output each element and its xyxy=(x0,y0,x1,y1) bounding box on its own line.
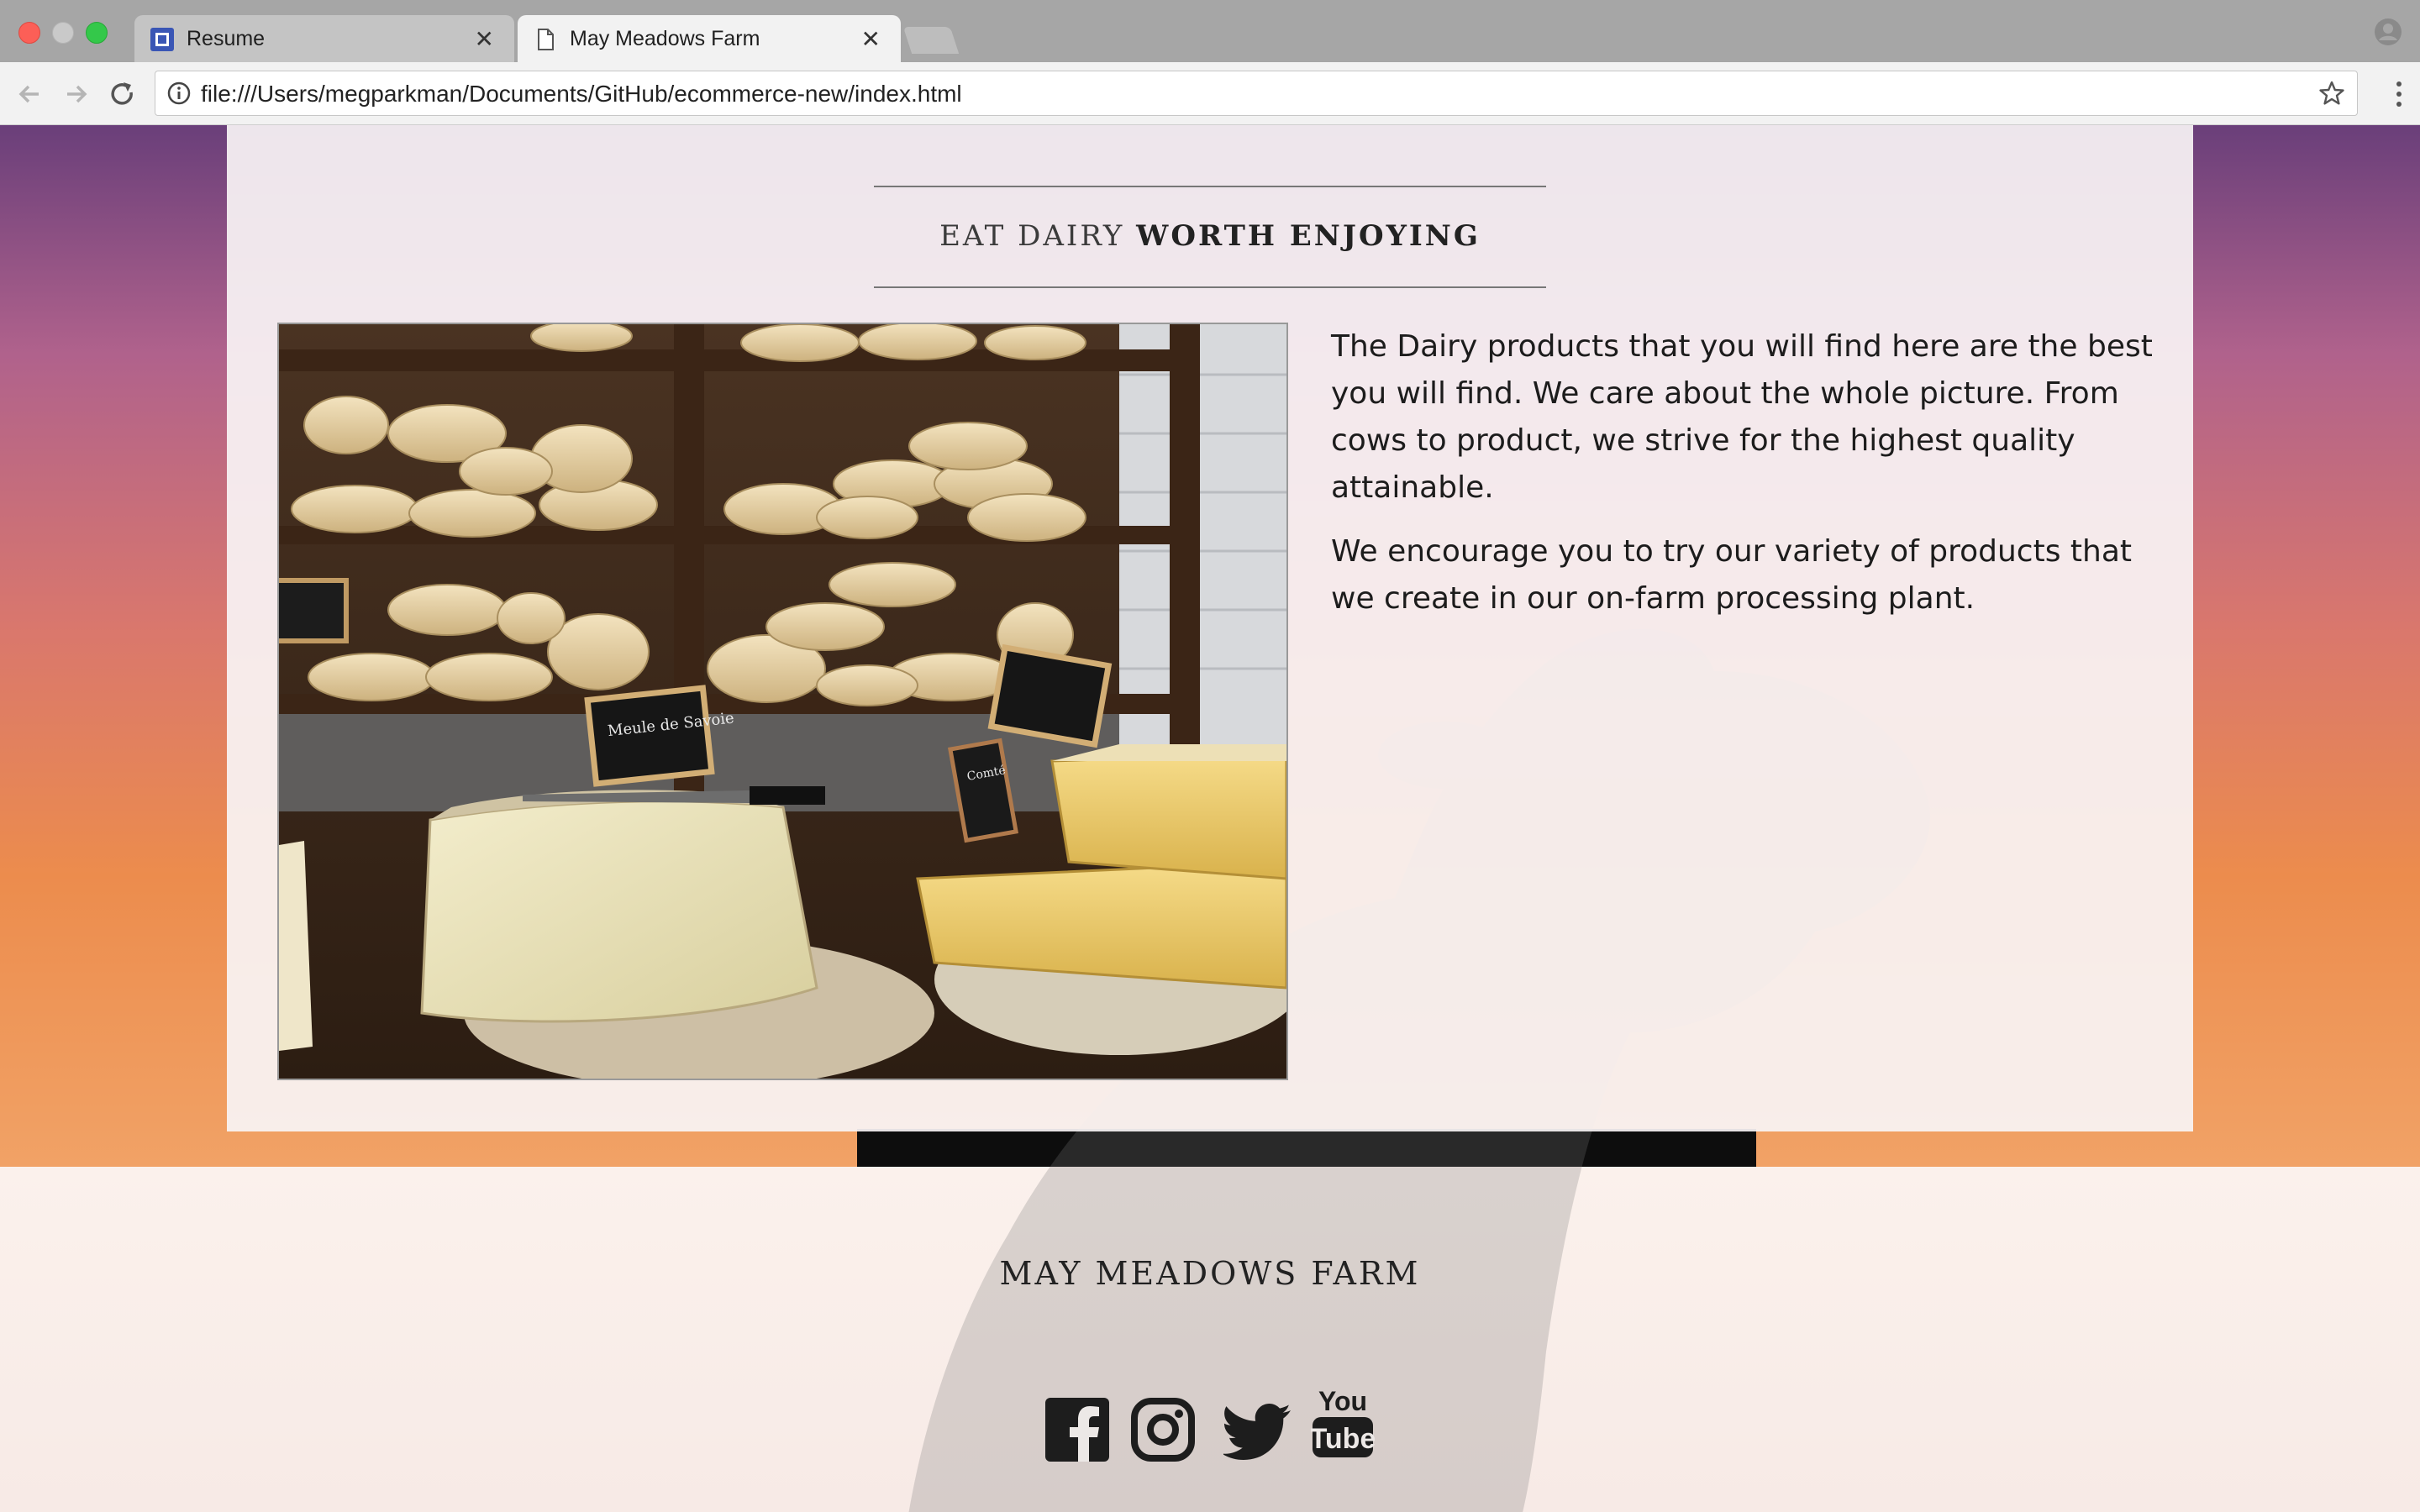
heading-bold: WORTH ENJOYING xyxy=(1136,219,1481,253)
tab-close-icon[interactable]: ✕ xyxy=(861,25,881,53)
reload-icon[interactable] xyxy=(106,77,139,111)
facebook-icon[interactable] xyxy=(1045,1392,1109,1467)
tab-resume[interactable]: Resume ✕ xyxy=(134,15,514,62)
twitter-icon[interactable] xyxy=(1223,1394,1291,1469)
heading-rule-top xyxy=(874,186,1546,187)
profile-icon[interactable] xyxy=(2373,17,2403,47)
intro-card: EAT DAIRY WORTH ENJOYING Meule de Savoie… xyxy=(227,125,2193,1131)
resume-favicon-icon xyxy=(150,28,174,51)
window-close-button[interactable] xyxy=(18,22,40,44)
window-minimize-button[interactable] xyxy=(52,22,74,44)
cheese-shelves-image: Meule de Savoie Comté xyxy=(279,324,1286,1079)
window-maximize-button[interactable] xyxy=(86,22,108,44)
browser-menu-icon[interactable] xyxy=(2395,81,2403,108)
browser-tab-bar: Resume ✕ May Meadows Farm ✕ xyxy=(0,0,2420,63)
tab-may-meadows-farm[interactable]: May Meadows Farm ✕ xyxy=(518,15,901,62)
new-tab-button[interactable] xyxy=(902,27,960,54)
heading-light: EAT DAIRY xyxy=(939,219,1125,253)
section-heading: EAT DAIRY WORTH ENJOYING xyxy=(874,219,1546,253)
bookmark-star-icon[interactable] xyxy=(2318,80,2345,107)
heading-rule-bottom xyxy=(874,286,1546,288)
page-viewport: EAT DAIRY WORTH ENJOYING Meule de Savoie… xyxy=(0,125,2420,1512)
tab-close-icon[interactable]: ✕ xyxy=(475,25,494,53)
instagram-icon[interactable] xyxy=(1131,1392,1195,1467)
youtube-icon[interactable]: You Tube xyxy=(1311,1383,1375,1459)
intro-paragraph: The Dairy products that you will find he… xyxy=(1331,329,2153,505)
intro-text: The Dairy products that you will find he… xyxy=(1331,323,2154,639)
intro-paragraph: We encourage you to try our variety of p… xyxy=(1331,534,2132,616)
address-bar[interactable]: file:///Users/megparkman/Documents/GitHu… xyxy=(155,71,2358,116)
youtube-tube-text: Tube xyxy=(1311,1423,1375,1455)
site-info-icon[interactable] xyxy=(167,81,191,105)
browser-toolbar: file:///Users/megparkman/Documents/GitHu… xyxy=(0,62,2420,125)
forward-arrow-icon[interactable] xyxy=(59,77,92,111)
tab-title: May Meadows Farm xyxy=(570,27,760,50)
youtube-you-text: You xyxy=(1318,1386,1367,1416)
cheese-shop-photo: Meule de Savoie Comté xyxy=(277,323,1288,1080)
footer-title: MAY MEADOWS FARM xyxy=(999,1255,1421,1292)
back-arrow-icon[interactable] xyxy=(13,77,47,111)
url-text: file:///Users/megparkman/Documents/GitHu… xyxy=(201,81,962,107)
document-favicon-icon xyxy=(538,29,554,50)
tab-title: Resume xyxy=(187,27,266,50)
